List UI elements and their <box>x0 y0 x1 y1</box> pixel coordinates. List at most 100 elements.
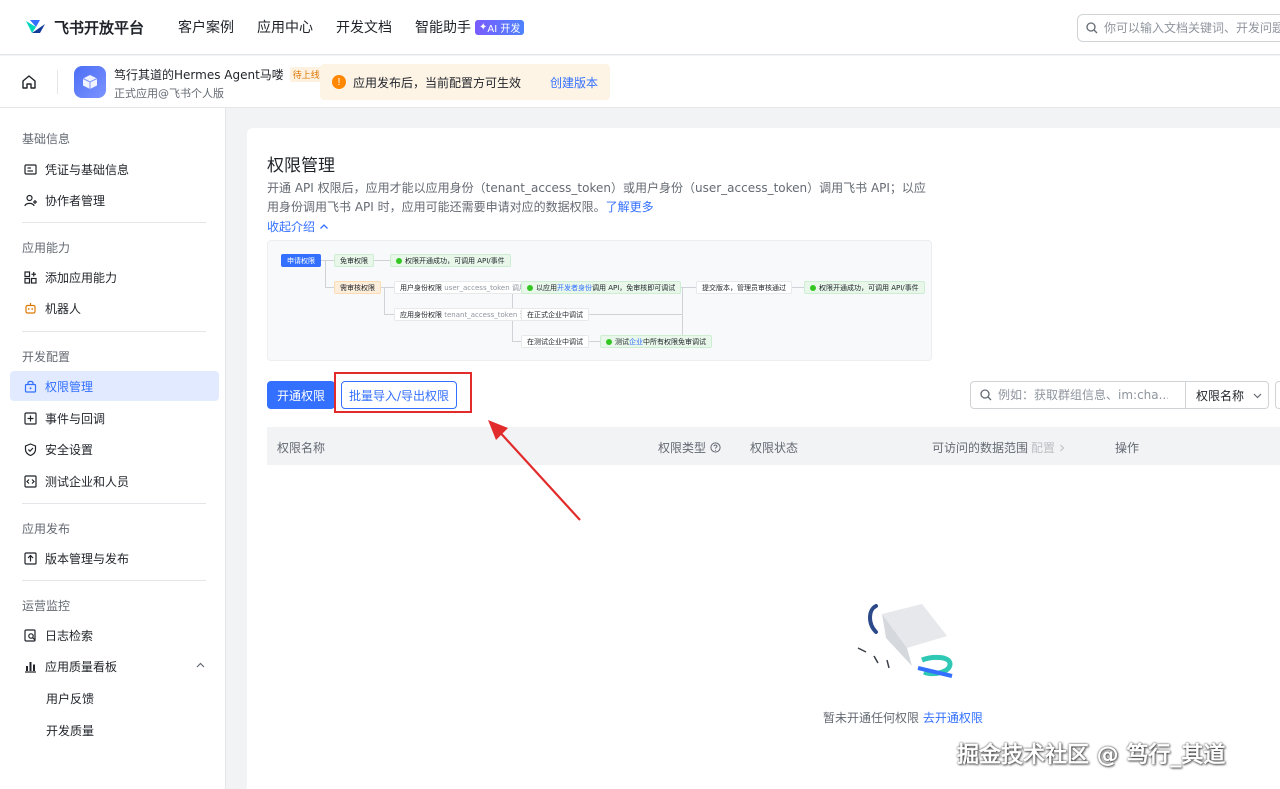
red-arrow-annotation <box>488 420 581 521</box>
empty-folder-illustration <box>857 604 953 678</box>
highlight-box <box>334 372 472 413</box>
flow-node-app-perm: 应用身份权限 tenant_access_token 调用 <box>394 308 540 321</box>
shield-icon <box>23 442 37 456</box>
flow-node-dev-identity: 以应用开发者身份调用 API，免审核即可调试 <box>521 281 682 294</box>
flow-node-free: 免审权限 <box>334 254 374 267</box>
permission-flow-diagram: 申请权限 免审权限 权限开通成功，可调用 API/事件 需审核权限 用户身份权限… <box>267 240 932 361</box>
sidebar-subitem-feedback[interactable]: 用户反馈 <box>46 690 94 707</box>
scope-config-link[interactable]: 配置 <box>1031 439 1055 456</box>
flow-node-user-perm-label: 用户身份权限 <box>400 284 442 292</box>
top-search-input[interactable] <box>1104 21 1280 35</box>
sidebar-item-label: 应用质量看板 <box>45 659 118 674</box>
search-icon <box>980 389 992 401</box>
filter-select-label: 权限名称 <box>1196 388 1245 403</box>
check-icon <box>527 285 533 291</box>
sidebar: 基础信息 凭证与基础信息 协作者管理 应用能力 添加应用能力 机器人 开发配置 … <box>0 108 226 789</box>
nav-link-cases[interactable]: 客户案例 <box>178 17 234 37</box>
description-text: 开通 API 权限后，应用才能以应用身份（tenant_access_token… <box>267 181 926 214</box>
flow-node-app-perm-label: 应用身份权限 <box>400 311 442 319</box>
sidebar-item-security[interactable]: 安全设置 <box>10 434 219 464</box>
collapse-label: 收起介绍 <box>267 220 316 234</box>
ai-badge: ✦ AI 开发 <box>475 19 525 35</box>
flow-node-dev-hl: 开发者身份 <box>557 284 592 292</box>
flow-connector <box>384 287 385 314</box>
sidebar-item-label: 测试企业和人员 <box>45 474 130 489</box>
flow-node-test-hl: 企业 <box>629 338 643 346</box>
status-badge: 待上线 <box>289 67 323 82</box>
permission-search[interactable] <box>970 381 1186 409</box>
more-options-button[interactable] <box>1275 381 1280 409</box>
brand-name: 飞书开放平台 <box>54 18 145 37</box>
flow-node-dev-pre: 以应用 <box>536 284 557 292</box>
sidebar-item-credentials[interactable]: 凭证与基础信息 <box>10 154 219 184</box>
create-version-link[interactable]: 创建版本 <box>550 74 598 91</box>
publish-notice: ! 应用发布后，当前配置方可生效 创建版本 <box>320 64 610 100</box>
log-search-icon <box>23 628 37 642</box>
sidebar-item-bot[interactable]: 机器人 <box>10 293 219 323</box>
chevron-right-icon <box>1060 444 1065 451</box>
flow-node-prod-debug: 在正式企业中调试 <box>521 308 589 321</box>
nav-link-assistant-label: 智能助手 <box>415 20 472 36</box>
column-header-name: 权限名称 <box>277 441 326 455</box>
nav-link-assistant[interactable]: 智能助手 ✦ AI 开发 <box>415 17 525 37</box>
sidebar-group-publish: 应用发布 <box>22 522 71 536</box>
sidebar-item-label: 机器人 <box>45 301 82 316</box>
home-icon[interactable] <box>20 73 38 91</box>
lock-box-icon <box>23 379 37 393</box>
app-subtitle: 正式应用@飞书个人版 <box>114 87 224 100</box>
go-open-permission-link[interactable]: 去开通权限 <box>923 711 983 725</box>
brand[interactable]: 飞书开放平台 <box>24 17 144 38</box>
sidebar-group-ops: 运营监控 <box>22 599 71 613</box>
collapse-intro-toggle[interactable]: 收起介绍 <box>267 218 329 235</box>
column-header-status: 权限状态 <box>750 441 799 455</box>
flow-connector <box>325 260 326 288</box>
chevron-down-icon <box>1253 393 1262 398</box>
sidebar-item-test-org[interactable]: 测试企业和人员 <box>10 466 219 496</box>
page-description: 开通 API 权限后，应用才能以应用身份（tenant_access_token… <box>267 179 937 217</box>
bar-chart-icon <box>23 659 37 673</box>
divider <box>22 331 206 332</box>
flow-node-final-ok-label: 权限开通成功，可调用 API/事件 <box>819 284 919 292</box>
flow-node-test-debug: 在测试企业中调试 <box>521 335 589 348</box>
open-permission-button[interactable]: 开通权限 <box>267 381 335 409</box>
sidebar-item-collaborators[interactable]: 协作者管理 <box>10 185 219 215</box>
page-title: 权限管理 <box>267 156 335 176</box>
column-header-action: 操作 <box>1115 441 1140 455</box>
help-icon[interactable] <box>710 442 721 453</box>
chevron-up-icon <box>196 659 205 673</box>
learn-more-link[interactable]: 了解更多 <box>606 200 654 214</box>
watermark: 掘金技术社区 @ 笃行_其道 <box>957 743 1226 768</box>
check-icon <box>810 285 816 291</box>
sidebar-item-quality[interactable]: 应用质量看板 <box>10 651 219 681</box>
feishu-logo-icon <box>26 20 45 33</box>
sidebar-group-dev-config: 开发配置 <box>22 350 71 364</box>
divider <box>57 70 58 94</box>
upload-box-icon <box>23 551 37 565</box>
search-icon <box>1086 22 1098 34</box>
column-header-scope-label: 可访问的数据范围 <box>932 441 1029 455</box>
sidebar-item-logs[interactable]: 日志检索 <box>10 620 219 650</box>
sidebar-item-label: 添加应用能力 <box>45 270 118 285</box>
sidebar-item-add-capability[interactable]: 添加应用能力 <box>10 262 219 292</box>
filter-select[interactable]: 权限名称 <box>1185 381 1269 409</box>
flow-connector <box>588 341 600 342</box>
flow-node-test-post: 中所有权限免审调试 <box>643 338 706 346</box>
app-avatar <box>74 66 106 98</box>
sidebar-subitem-dev-quality[interactable]: 开发质量 <box>46 722 94 739</box>
sidebar-item-permissions[interactable]: 权限管理 <box>10 371 219 401</box>
flow-node-apply: 申请权限 <box>281 254 321 267</box>
nav-link-app-center[interactable]: 应用中心 <box>257 17 313 37</box>
permission-table-header: 权限名称 权限类型 权限状态 可访问的数据范围 配置 操作 <box>267 427 1280 465</box>
sidebar-item-label: 协作者管理 <box>45 193 106 208</box>
top-search[interactable] <box>1077 14 1280 42</box>
permission-search-input[interactable] <box>998 388 1168 402</box>
cube-icon <box>82 75 98 89</box>
sidebar-item-events[interactable]: 事件与回调 <box>10 403 219 433</box>
flow-node-free-ok: 权限开通成功，可调用 API/事件 <box>390 254 511 267</box>
sidebar-item-version[interactable]: 版本管理与发布 <box>10 543 219 573</box>
divider <box>22 503 206 504</box>
app-name: 笃行其道的Hermes Agent马喽 待上线 <box>114 66 323 83</box>
nav-link-docs[interactable]: 开发文档 <box>336 17 392 37</box>
flow-node-final-ok: 权限开通成功，可调用 API/事件 <box>804 281 925 294</box>
flow-node-free-ok-label: 权限开通成功，可调用 API/事件 <box>405 257 505 265</box>
